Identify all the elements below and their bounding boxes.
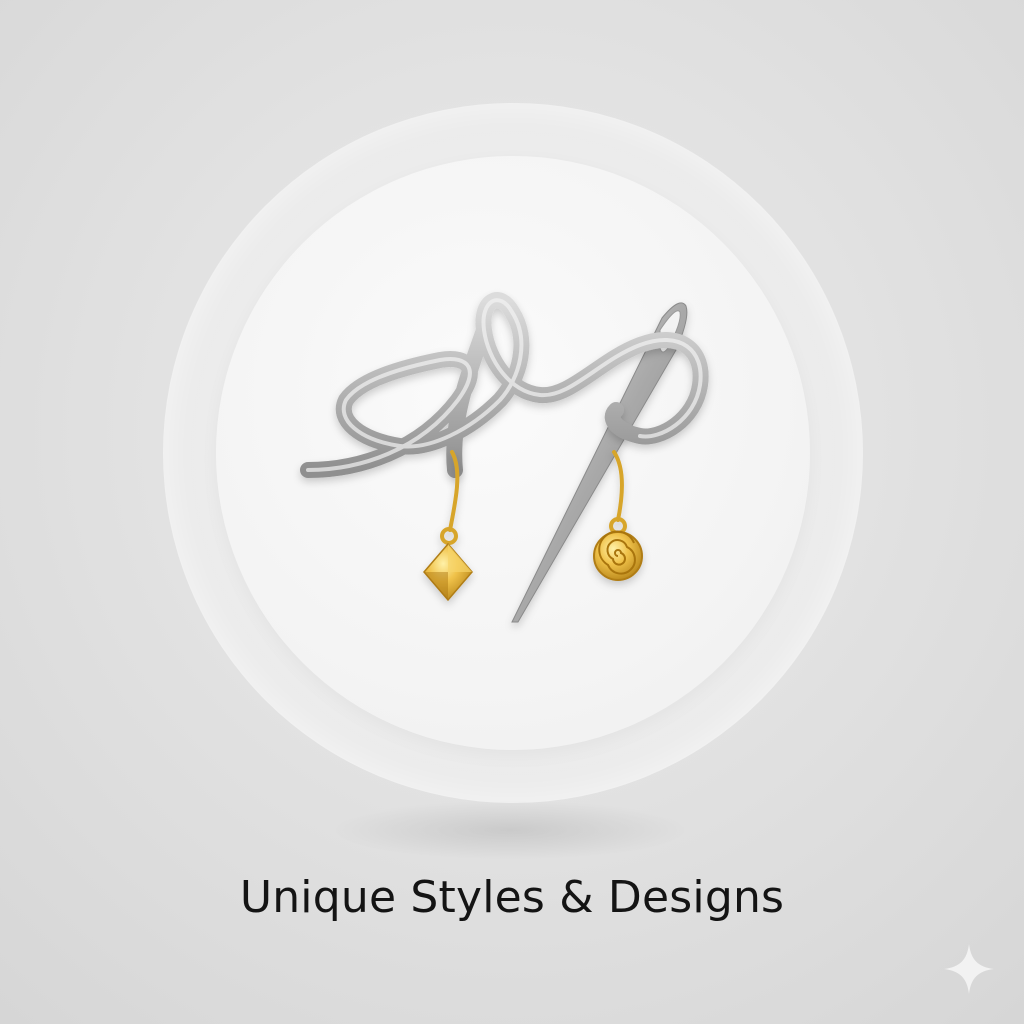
thread-needle-earrings-icon [300, 292, 709, 623]
gold-diamond-charm-icon [423, 450, 473, 602]
feature-caption: Unique Styles & Designs [239, 872, 785, 923]
needle-icon [511, 302, 688, 623]
feature-card: Unique Styles & Designs [0, 0, 1024, 1024]
sparkle-icon [944, 944, 994, 994]
